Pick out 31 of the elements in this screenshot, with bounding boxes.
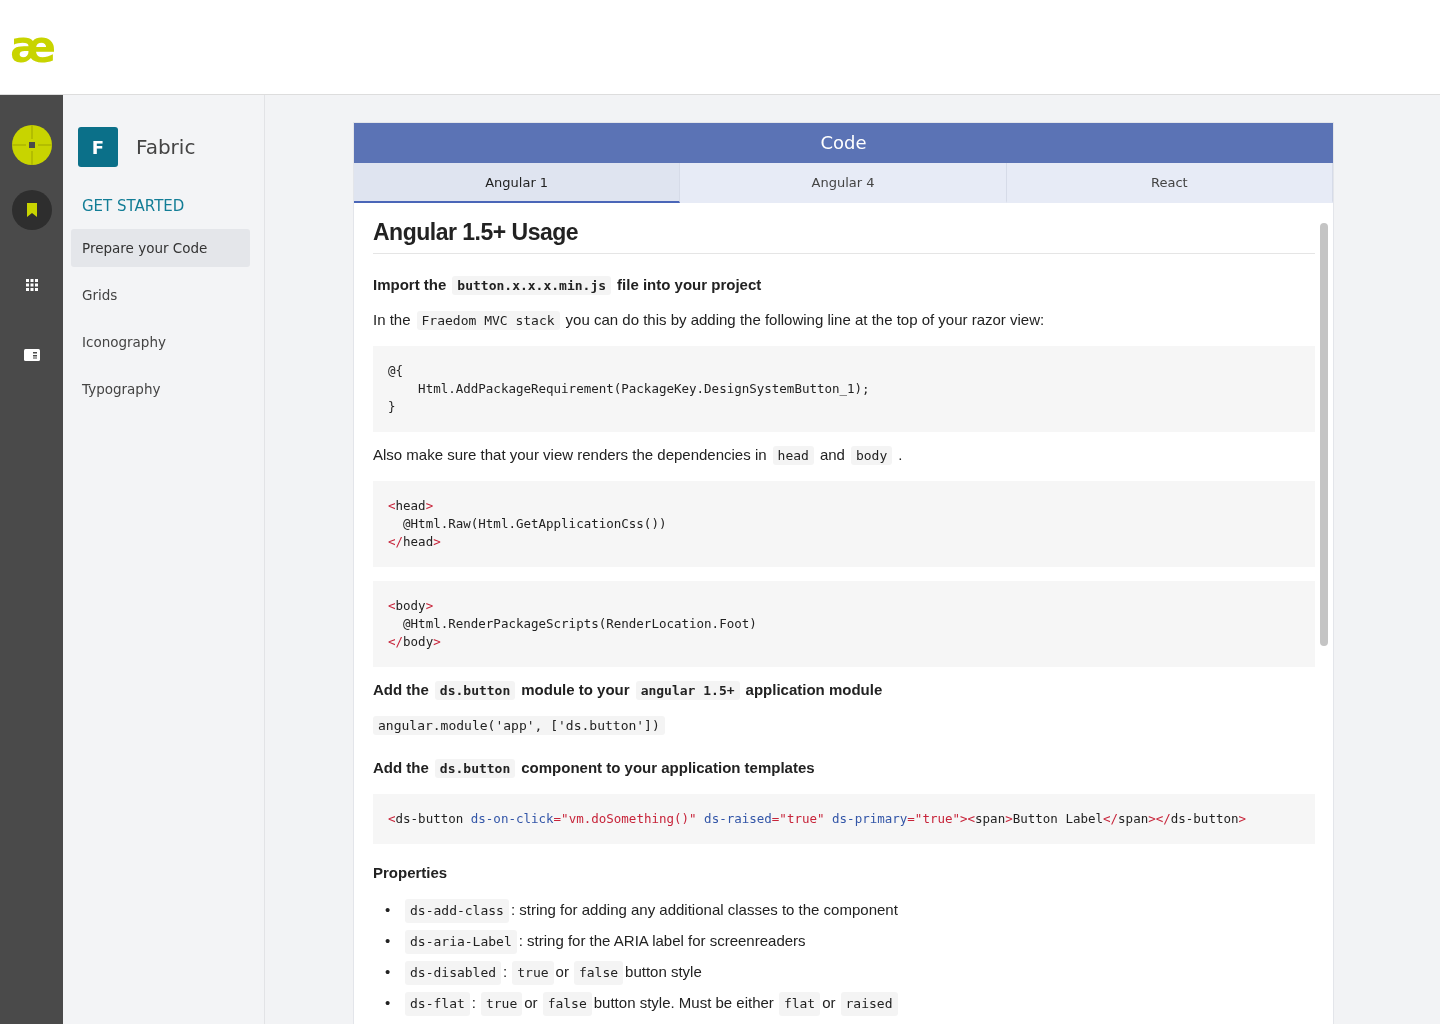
nav-item[interactable]: Iconography	[71, 323, 250, 361]
app-badge: F	[78, 127, 118, 167]
property-item: • ds-disabled : true or false button style	[385, 959, 707, 987]
property-item: • ds-add-class : string for adding any additional classes to the component	[385, 897, 903, 925]
tab[interactable]: React	[1006, 163, 1333, 203]
property-item: • ds-aria-Label : string for the ARIA label for screenreaders	[385, 928, 811, 956]
properties-heading: Properties	[373, 864, 449, 881]
step-heading: Import the button.x.x.x.min.js file into your project	[373, 276, 763, 295]
section-heading: Angular 1.5+ Usage	[373, 219, 1315, 254]
code-block: @{ Html.AddPackageRequirement(PackageKey.DesignSystemButton_1); }	[373, 346, 1315, 432]
scrollbar[interactable]	[1320, 223, 1328, 646]
code-block: <head> @Html.Raw(Html.GetApplicationCss()) </head>	[373, 481, 1315, 567]
card-icon[interactable]	[23, 349, 40, 361]
property-item: • ds-flat : true or false button style. Must be either flat or raised	[385, 990, 898, 1018]
grid-icon[interactable]	[25, 279, 38, 291]
tab[interactable]: Angular 4	[680, 163, 1007, 203]
card-title: Code	[354, 123, 1333, 163]
code-block: <ds-button ds-on-click="vm.doSomething()" ds-raised="true" ds-primary="true"><span>Button Label</span></ds-button>	[373, 794, 1315, 844]
nav-item[interactable]: Grids	[71, 276, 250, 314]
code-block: <body> @Html.RenderPackageScripts(RenderLocation.Foot) </body>	[373, 581, 1315, 667]
step-heading: Add the ds.button component to your application templates	[373, 759, 816, 778]
nav-item[interactable]: Prepare your Code	[71, 229, 250, 267]
step-heading: Add the ds.button module to your angular 1.5+ application module	[373, 681, 884, 700]
code-line: angular.module('app', ['ds.button'])	[373, 716, 1315, 735]
app-title: Fabric	[136, 135, 196, 159]
paragraph: In the Fraedom MVC stack you can do this by adding the following line at the top of your razor view:	[373, 311, 1046, 330]
nav-item[interactable]: Typography	[71, 370, 250, 408]
section-title: GET STARTED	[82, 197, 186, 215]
paragraph: Also make sure that your view renders the dependencies in head and body .	[373, 446, 904, 465]
tab[interactable]: Angular 1	[354, 163, 681, 203]
bookmark-icon[interactable]	[11, 190, 52, 230]
